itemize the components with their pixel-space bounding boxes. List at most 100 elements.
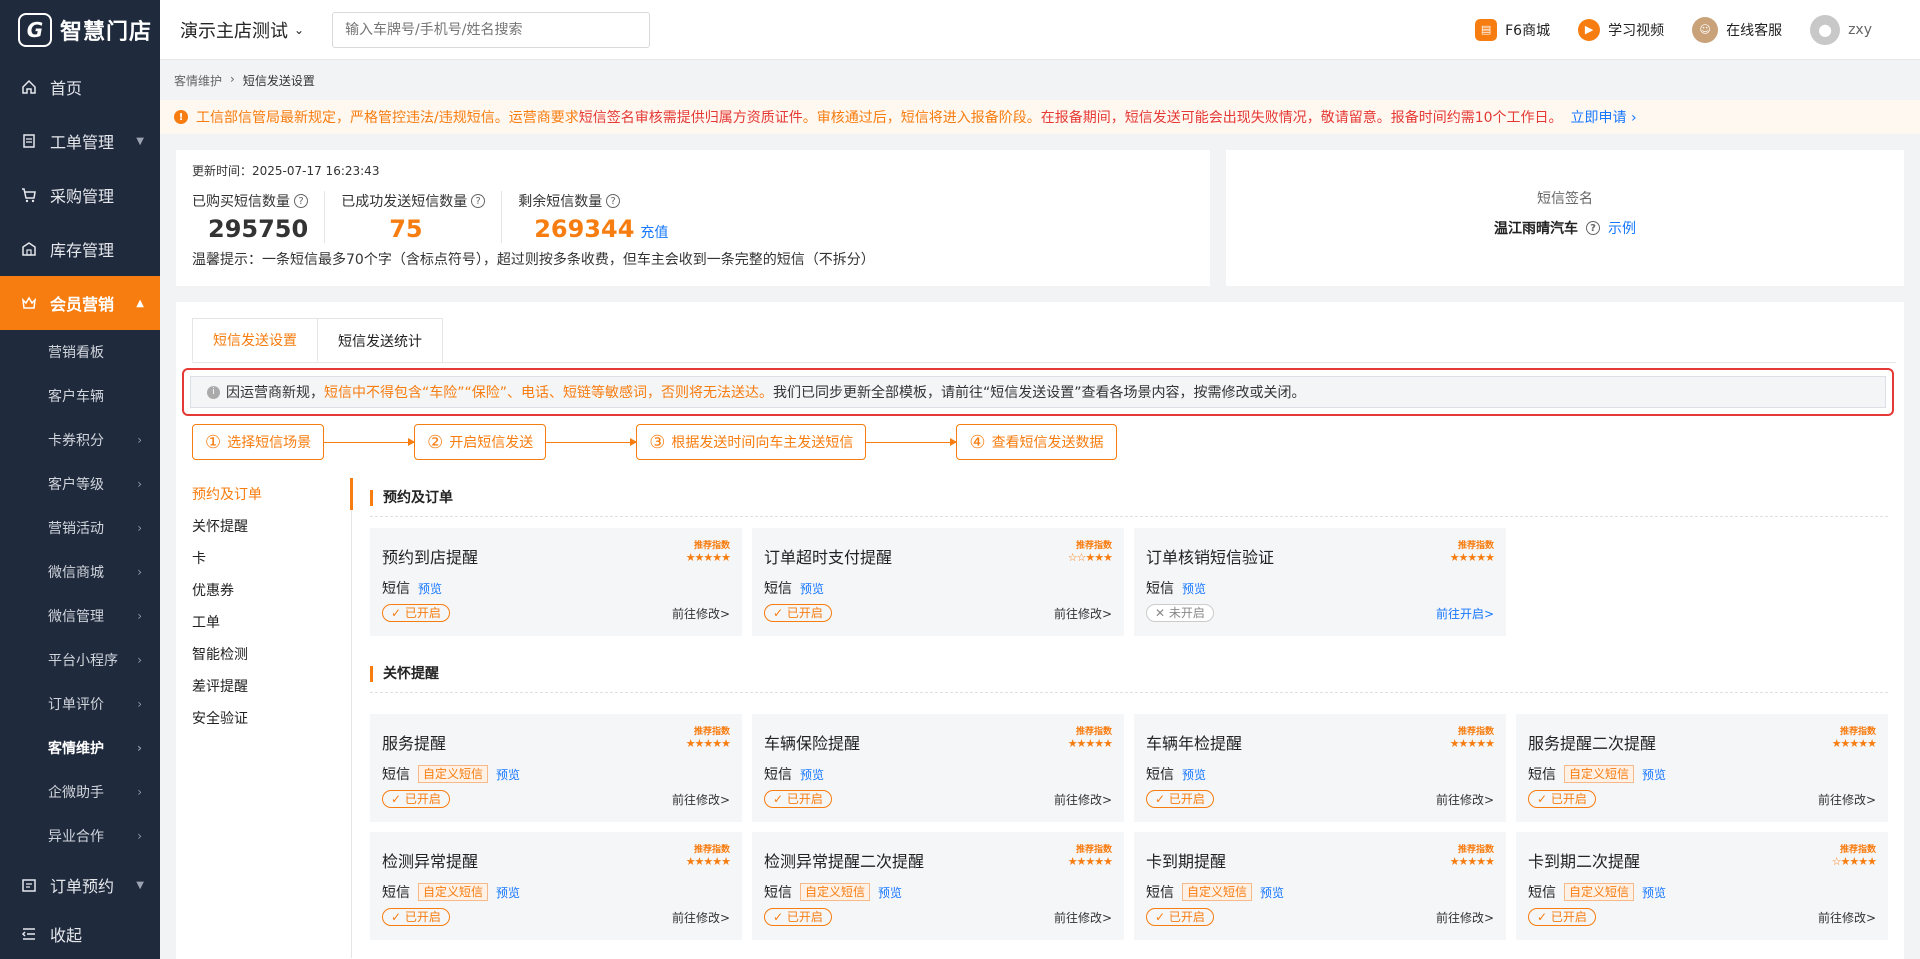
- agent-avatar-icon: ☺: [1692, 16, 1719, 43]
- enable-link[interactable]: 前往开启>: [1436, 605, 1494, 622]
- regulation-notice: ! 工信部信管局最新规定，严格管控违法/违规短信。运营商要求短信签名审核需提供归…: [160, 100, 1920, 134]
- sub-item-8[interactable]: 订单评价 ›: [0, 682, 160, 726]
- preview-link[interactable]: 预览: [1260, 884, 1284, 901]
- category-work-order[interactable]: 工单: [192, 606, 351, 638]
- preview-link[interactable]: 预览: [496, 884, 520, 901]
- nav-purchase[interactable]: 采购管理: [0, 168, 160, 222]
- help-icon[interactable]: ?: [1586, 221, 1600, 235]
- help-icon[interactable]: ?: [471, 194, 486, 208]
- edit-link[interactable]: 前往修改>: [1054, 909, 1112, 926]
- nav-order-booking[interactable]: 订单预约 ▼: [0, 858, 160, 912]
- play-icon: ▶: [1578, 18, 1601, 41]
- sms-tip: 温馨提示：一条短信最多70个字（含标点符号），超过则按多条收费，但车主会收到一条…: [192, 252, 875, 268]
- nav-home-label: 首页: [50, 79, 83, 98]
- active-indicator: [350, 478, 353, 510]
- store-selector[interactable]: 演示主店测试 ⌄: [180, 17, 304, 43]
- nav-inventory[interactable]: 库存管理: [0, 222, 160, 276]
- apply-now-link[interactable]: 立即申请 ›: [1571, 107, 1637, 127]
- preview-link[interactable]: 预览: [800, 580, 824, 597]
- sub-item-2[interactable]: 卡券积分 ›: [0, 418, 160, 462]
- sub-item-1[interactable]: 客户车辆: [0, 374, 160, 418]
- edit-link[interactable]: 前往修改>: [1054, 605, 1112, 622]
- category-security[interactable]: 安全验证: [192, 702, 351, 734]
- user-menu[interactable]: ● zxy: [1810, 14, 1872, 45]
- sub-item-11[interactable]: 异业合作 ›: [0, 814, 160, 858]
- scene-title: 订单超时支付提醒: [764, 548, 893, 567]
- status-badge: ✓ 已开启: [1528, 790, 1596, 808]
- edit-link[interactable]: 前往修改>: [1818, 909, 1876, 926]
- bought-value: 295750: [208, 215, 309, 243]
- category-order[interactable]: 预约及订单: [192, 478, 351, 510]
- status-badge: ✓ 已开启: [1528, 908, 1596, 926]
- sub-item-9[interactable]: 客情维护 ›: [0, 726, 160, 770]
- sub-item-3[interactable]: 客户等级 ›: [0, 462, 160, 506]
- edit-link[interactable]: 前往修改>: [1436, 791, 1494, 808]
- nav-member[interactable]: 会员营销 ▲: [0, 276, 160, 330]
- top-bar: 演示主店测试 ⌄ ▤ F6商城 ▶ 学习视频 ☺ 在线客服 ● zxy: [160, 0, 1920, 60]
- chevron-right-icon: ›: [137, 477, 142, 491]
- edit-link[interactable]: 前往修改>: [1054, 791, 1112, 808]
- status-badge: ✓ 已开启: [764, 908, 832, 926]
- custom-sms-tag: 自定义短信: [418, 765, 489, 783]
- scene-card: 推荐指数 ★★★★★ 服务提醒 短信 自定义短信 预览 ✓ 已开启 前往修改>: [370, 714, 742, 822]
- nav-purchase-label: 采购管理: [50, 187, 115, 206]
- help-icon[interactable]: ?: [606, 194, 621, 208]
- warehouse-icon: [20, 240, 38, 258]
- preview-link[interactable]: 预览: [418, 580, 442, 597]
- f6-mall-link[interactable]: ▤ F6商城: [1475, 18, 1550, 41]
- edit-link[interactable]: 前往修改>: [1436, 909, 1494, 926]
- preview-link[interactable]: 预览: [878, 884, 902, 901]
- edit-link[interactable]: 前往修改>: [672, 605, 730, 622]
- preview-link[interactable]: 预览: [1182, 580, 1206, 597]
- category-care[interactable]: 关怀提醒: [192, 510, 351, 542]
- search-input[interactable]: [332, 11, 651, 48]
- breadcrumb-parent[interactable]: 客情维护: [174, 72, 222, 89]
- rating-stars: ★★★★★: [1067, 855, 1113, 868]
- edit-link[interactable]: 前往修改>: [1818, 791, 1876, 808]
- online-service-link[interactable]: ☺ 在线客服: [1692, 16, 1782, 43]
- step-3: ③ 根据发送时间向车主发送短信: [636, 424, 867, 460]
- category-smart-detect[interactable]: 智能检测: [192, 638, 351, 670]
- rating-stars: ☆★★★★: [1831, 855, 1877, 868]
- example-link[interactable]: 示例: [1608, 218, 1636, 238]
- scene-title: 检测异常提醒: [382, 852, 479, 871]
- sms-stats-card: 更新时间：2025-07-17 16:23:43 已购买短信数量? 295750…: [176, 150, 1210, 286]
- preview-link[interactable]: 预览: [1182, 766, 1206, 783]
- sub-item-6[interactable]: 微信管理 ›: [0, 594, 160, 638]
- cart-icon: [20, 186, 38, 204]
- help-icon[interactable]: ?: [294, 194, 308, 208]
- sub-item-10[interactable]: 企微助手 ›: [0, 770, 160, 814]
- store-name: 演示主店测试: [180, 20, 288, 42]
- sub-item-0[interactable]: 营销看板: [0, 330, 160, 374]
- chevron-down-icon: ▼: [136, 135, 144, 147]
- arrow-right-icon: [546, 437, 638, 446]
- preview-link[interactable]: 预览: [1642, 884, 1666, 901]
- nav-member-label: 会员营销: [50, 295, 115, 314]
- breadcrumb-current: 短信发送设置: [242, 74, 315, 88]
- logo[interactable]: G 智慧门店: [0, 0, 160, 60]
- nav-work-order[interactable]: 工单管理 ▼: [0, 114, 160, 168]
- nav-inventory-label: 库存管理: [50, 241, 115, 260]
- video-link[interactable]: ▶ 学习视频: [1578, 18, 1664, 41]
- sub-item-4[interactable]: 营销活动 ›: [0, 506, 160, 550]
- recharge-link[interactable]: 充值: [640, 225, 668, 241]
- nav-home[interactable]: 首页: [0, 60, 160, 114]
- steps-flow: ① 选择短信场景 ② 开启短信发送 ③ 根据发送时间向车主发送短信 ④ 查看短信发送数据: [192, 424, 1117, 460]
- tab-bar: 短信发送设置 短信发送统计: [192, 318, 1896, 363]
- nav-work-order-label: 工单管理: [50, 133, 115, 152]
- edit-link[interactable]: 前往修改>: [672, 909, 730, 926]
- scene-card: 推荐指数 ★★★★★ 检测异常提醒 短信 自定义短信 预览 ✓ 已开启 前往修改>: [370, 832, 742, 940]
- category-bad-review[interactable]: 差评提醒: [192, 670, 351, 702]
- nav-collapse[interactable]: 收起: [0, 912, 160, 956]
- sub-item-5[interactable]: 微信商城 ›: [0, 550, 160, 594]
- tab-send-settings[interactable]: 短信发送设置: [192, 318, 318, 362]
- preview-link[interactable]: 预览: [496, 766, 520, 783]
- preview-link[interactable]: 预览: [1642, 766, 1666, 783]
- category-coupon[interactable]: 优惠券: [192, 574, 351, 606]
- category-card[interactable]: 卡: [192, 542, 351, 574]
- tab-send-stats[interactable]: 短信发送统计: [318, 318, 443, 362]
- edit-link[interactable]: 前往修改>: [672, 791, 730, 808]
- scene-title: 卡到期二次提醒: [1528, 852, 1641, 871]
- preview-link[interactable]: 预览: [800, 766, 824, 783]
- sub-item-7[interactable]: 平台小程序 ›: [0, 638, 160, 682]
